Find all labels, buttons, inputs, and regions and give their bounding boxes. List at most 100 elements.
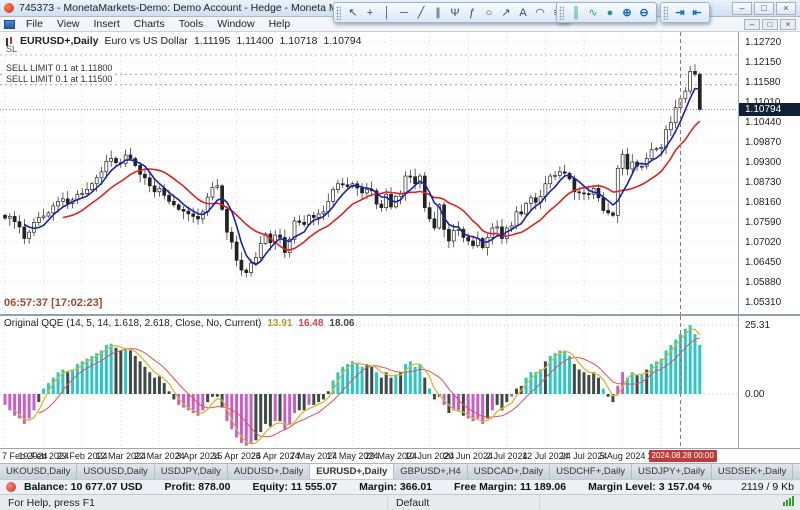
traffic-text: 2119 / 9 Kb	[741, 481, 794, 493]
horizontal-line-icon[interactable]: ─	[396, 4, 412, 21]
tab-gbpusd+[interactable]: GBPUSD+,H4	[394, 464, 467, 479]
status-bar: For Help, press F1 Default	[0, 494, 800, 510]
help-text: For Help, press F1	[0, 495, 388, 510]
indicator-header: Original QQE (14, 5, 14, 1.618, 2.618, C…	[4, 318, 354, 329]
price-tick: 1.08730	[745, 177, 781, 188]
connection-bars-icon	[783, 496, 800, 509]
menu-item-charts[interactable]: Charts	[127, 18, 172, 30]
price-tick: 1.09300	[745, 157, 781, 168]
mdi-minimize-button[interactable]: –	[744, 19, 760, 30]
margin-text: Margin: 366.01	[359, 481, 432, 493]
fibonacci-icon[interactable]: ƒ	[464, 4, 480, 21]
tab-usdcad+[interactable]: USDCAD+,Daily	[468, 464, 550, 479]
cycle-lines-icon[interactable]: ◠	[532, 4, 548, 21]
menu-item-file[interactable]: File	[19, 18, 50, 30]
chart-window-icon	[4, 20, 15, 29]
mt5-window: 745373 - MonetaMarkets-Demo: Demo Accoun…	[0, 0, 800, 510]
current-price-box: 1.10794	[739, 103, 800, 116]
price-tick: 1.05880	[745, 277, 781, 288]
indicator-name: Original QQE (14, 5, 14, 1.618, 2.618, C…	[4, 318, 261, 329]
tab-usdsek+[interactable]: USDSEK+,Daily	[712, 464, 793, 479]
menu-item-tools[interactable]: Tools	[172, 18, 211, 30]
maximize-button[interactable]: □	[754, 2, 774, 15]
balance-text: Balance: 10 677.07 USD	[24, 481, 142, 493]
pending-order-label[interactable]: SELL LIMIT 0.1 at 1.11800	[4, 63, 114, 73]
menu-item-window[interactable]: Window	[210, 18, 261, 30]
tab-eurusd+[interactable]: EURUSD+,Daily	[310, 464, 394, 479]
channel-icon[interactable]: ∥	[430, 4, 446, 21]
chart-symbol: EURUSD+,Daily	[20, 35, 98, 47]
tab-usousd[interactable]: USOUSD,Daily	[77, 464, 154, 479]
crosshair-date-box: 2024.08.28 00:00	[649, 450, 717, 462]
indicator-tick: 25.31	[745, 320, 770, 331]
candle-timer: 06:57:37 [17:02:23]	[4, 297, 102, 309]
zoom-in-icon[interactable]: ⊕	[619, 4, 635, 21]
indicator-axis[interactable]: 25.31 0.00	[738, 316, 800, 448]
line-chart-icon[interactable]: ∿	[585, 4, 601, 21]
ma-fast-line	[24, 89, 700, 265]
tab-usdjpy+[interactable]: USDJPY+,Daily	[632, 464, 712, 479]
price-chart-panel[interactable]: EURUSD+,Daily Euro vs US Dollar 1.11195 …	[0, 32, 800, 314]
andrews-pitchfork-icon[interactable]: Ψ	[447, 4, 463, 21]
price-tick: 1.12150	[745, 57, 781, 68]
price-tick: 1.07590	[745, 217, 781, 228]
menu-item-view[interactable]: View	[50, 18, 87, 30]
price-tick: 1.07020	[745, 237, 781, 248]
toolbar-grip[interactable]	[336, 6, 341, 20]
qqe-histogram[interactable]	[0, 316, 738, 448]
mdi-restore-button[interactable]: □	[762, 19, 778, 30]
statusbar-spacer	[540, 495, 783, 510]
ohlc-low: 1.10718	[280, 35, 318, 47]
menu-item-insert[interactable]: Insert	[87, 18, 127, 30]
menu-item-help[interactable]: Help	[262, 18, 298, 30]
price-tick: 1.12720	[745, 37, 781, 48]
pending-order-label[interactable]: SELL LIMIT 0.1 at 1.11500	[4, 74, 114, 84]
stop-loss-label[interactable]: SL	[6, 44, 17, 54]
auto-trading-icon[interactable]: ●	[602, 4, 618, 21]
text-icon[interactable]: A	[515, 4, 531, 21]
toolbar-grip[interactable]	[663, 6, 668, 20]
account-status-bar: Balance: 10 677.07 USD Profit: 878.00 Eq…	[0, 479, 800, 494]
ma-slow-line	[63, 121, 700, 250]
chart-shift-icon[interactable]: ⇤	[689, 4, 705, 21]
tab-audusd+[interactable]: AUDUSD+,Daily	[228, 464, 310, 479]
minimize-button[interactable]: –	[732, 2, 752, 15]
tab-ukousd[interactable]: UKOUSD,Daily	[0, 464, 77, 479]
shapes-icon[interactable]: ○	[481, 4, 497, 21]
ohlc-open: 1.11195	[194, 35, 230, 47]
price-tick: 1.05310	[745, 297, 781, 308]
date-tick: 5 Aug 2024	[600, 451, 646, 461]
tab-usdchf+[interactable]: USDCHF+,Daily	[550, 464, 632, 479]
ohlc-close: 1.10794	[324, 35, 362, 47]
ohlc-high: 1.11400	[236, 35, 273, 47]
indicator-value-2: 16.48	[298, 318, 323, 329]
menu-items: FileViewInsertChartsToolsWindowHelp	[19, 18, 297, 30]
profile-selector[interactable]: Default	[388, 495, 540, 510]
indicator-panel[interactable]: Original QQE (14, 5, 14, 1.618, 2.618, C…	[0, 314, 800, 448]
toolbar-grip[interactable]	[559, 6, 564, 20]
mdi-close-button[interactable]: ×	[780, 19, 796, 30]
time-axis[interactable]: 7 Feb 202419 Feb 202429 Feb 202412 Mar 2…	[0, 448, 800, 463]
bar-chart-icon[interactable]: ║	[568, 4, 584, 21]
chart-header: EURUSD+,Daily Euro vs US Dollar 1.11195 …	[4, 35, 361, 47]
price-tick: 1.11580	[745, 77, 780, 88]
crosshair-icon[interactable]: +	[362, 4, 378, 21]
close-button[interactable]: ×	[776, 2, 796, 15]
tab-usdjpy[interactable]: USDJPY,Daily	[155, 464, 228, 479]
auto-scroll-icon[interactable]: ⇥	[672, 4, 688, 21]
tab-nzdusd+[interactable]: NZDUSD+,Daily	[793, 464, 800, 479]
toolbar-scroll-tools: ⇥⇤	[660, 2, 710, 23]
price-axis[interactable]: 1.127201.121501.115801.110101.104401.098…	[738, 32, 800, 314]
equity-text: Equity: 11 555.07	[252, 481, 337, 493]
vertical-line-icon[interactable]: │	[379, 4, 395, 21]
toolbar-chart-tools: ║∿●⊕⊖	[556, 2, 657, 23]
trendline-icon[interactable]: ╱	[413, 4, 429, 21]
mdi-window-controls: –□×	[744, 19, 796, 30]
arrows-icon[interactable]: ↗	[498, 4, 514, 21]
chart-description: Euro vs US Dollar	[104, 35, 187, 47]
app-icon	[4, 3, 14, 13]
indicator-tick: 0.00	[745, 389, 764, 400]
zoom-out-icon[interactable]: ⊖	[636, 4, 652, 21]
cursor-icon[interactable]: ↖	[345, 4, 361, 21]
free-margin-text: Free Margin: 11 189.06	[454, 481, 566, 493]
